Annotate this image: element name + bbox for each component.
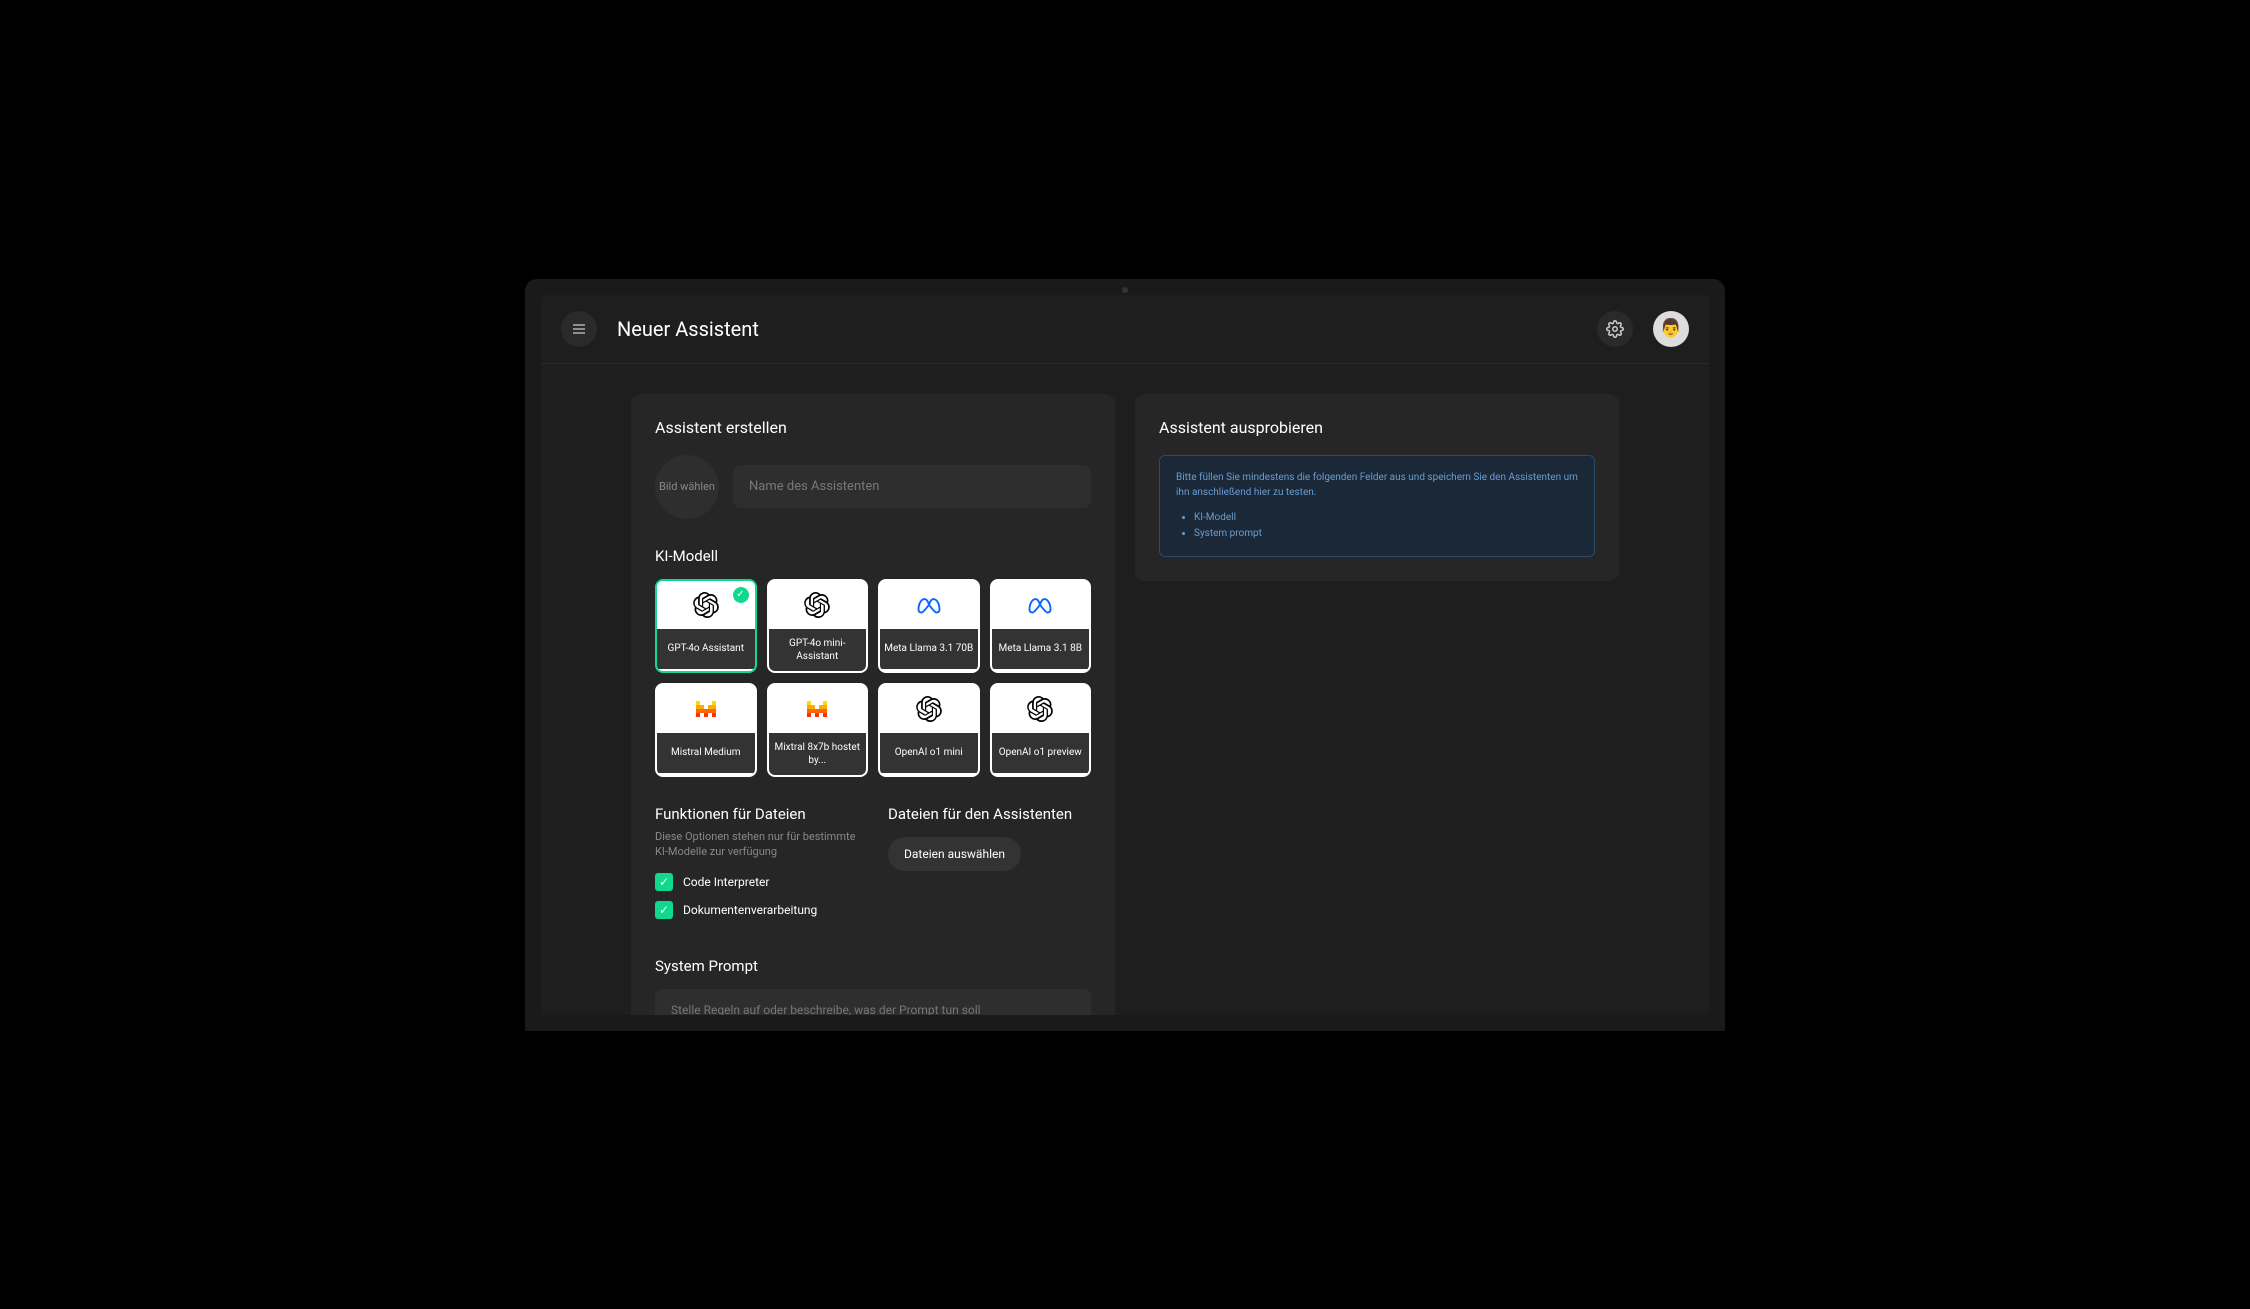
user-avatar[interactable]: 👨 bbox=[1653, 311, 1689, 347]
files-column: Dateien für den Assistenten Dateien ausw… bbox=[888, 805, 1091, 930]
openai-icon bbox=[657, 581, 755, 629]
info-text: Bitte füllen Sie mindestens die folgende… bbox=[1176, 470, 1578, 500]
required-field-item: KI-Modell bbox=[1194, 510, 1578, 526]
meta-icon bbox=[992, 581, 1090, 629]
header: Neuer Assistent 👨 bbox=[541, 295, 1709, 364]
model-card-6[interactable]: OpenAI o1 mini bbox=[878, 683, 980, 777]
model-label: GPT-4o mini-Assistant bbox=[769, 629, 867, 671]
openai-icon bbox=[769, 581, 867, 629]
function-checkbox-1[interactable]: ✓ Dokumentenverarbeitung bbox=[655, 901, 858, 919]
assistant-name-input[interactable] bbox=[733, 465, 1091, 508]
model-card-7[interactable]: OpenAI o1 preview bbox=[990, 683, 1092, 777]
required-field-item: System prompt bbox=[1194, 526, 1578, 542]
model-label: Mixtral 8x7b hostet by... bbox=[769, 733, 867, 775]
choose-files-button[interactable]: Dateien auswählen bbox=[888, 837, 1021, 871]
image-name-row: Bild wählen bbox=[655, 455, 1091, 519]
functions-column: Funktionen für Dateien Diese Optionen st… bbox=[655, 805, 858, 930]
model-label: OpenAI o1 mini bbox=[880, 733, 978, 773]
model-label: Meta Llama 3.1 70B bbox=[880, 629, 978, 669]
page-title: Neuer Assistent bbox=[617, 317, 1577, 341]
openai-icon bbox=[992, 685, 1090, 733]
required-fields-list: KI-ModellSystem prompt bbox=[1176, 510, 1578, 542]
meta-icon bbox=[880, 581, 978, 629]
model-card-3[interactable]: Meta Llama 3.1 8B bbox=[990, 579, 1092, 673]
model-card-2[interactable]: Meta Llama 3.1 70B bbox=[878, 579, 980, 673]
create-title: Assistent erstellen bbox=[655, 418, 1091, 437]
model-grid: GPT-4o Assistant GPT-4o mini-Assistant Met… bbox=[655, 579, 1091, 777]
prompt-title: System Prompt bbox=[655, 957, 1091, 975]
model-card-1[interactable]: GPT-4o mini-Assistant bbox=[767, 579, 869, 673]
checkbox-label: Code Interpreter bbox=[683, 875, 769, 889]
content: Assistent erstellen Bild wählen KI-Model… bbox=[541, 364, 1709, 1015]
model-card-5[interactable]: Mixtral 8x7b hostet by... bbox=[767, 683, 869, 777]
model-label: OpenAI o1 preview bbox=[992, 733, 1090, 773]
functions-title: Funktionen für Dateien bbox=[655, 805, 858, 823]
mistral-icon bbox=[657, 685, 755, 733]
checkbox-icon: ✓ bbox=[655, 873, 673, 891]
tryout-panel: Assistent ausprobieren Bitte füllen Sie … bbox=[1135, 394, 1619, 581]
menu-button[interactable] bbox=[561, 311, 597, 347]
function-checkbox-0[interactable]: ✓ Code Interpreter bbox=[655, 873, 858, 891]
create-panel: Assistent erstellen Bild wählen KI-Model… bbox=[631, 394, 1115, 1015]
hamburger-icon bbox=[571, 321, 587, 337]
choose-image-button[interactable]: Bild wählen bbox=[655, 455, 719, 519]
functions-help: Diese Optionen stehen nur für bestimmte … bbox=[655, 829, 858, 860]
model-label: GPT-4o Assistant bbox=[657, 629, 755, 669]
model-card-4[interactable]: Mistral Medium bbox=[655, 683, 757, 777]
tryout-title: Assistent ausprobieren bbox=[1159, 418, 1595, 437]
model-label: Meta Llama 3.1 8B bbox=[992, 629, 1090, 669]
model-label: Mistral Medium bbox=[657, 733, 755, 773]
model-card-0[interactable]: GPT-4o Assistant bbox=[655, 579, 757, 673]
gear-icon bbox=[1606, 320, 1624, 338]
model-section-title: KI-Modell bbox=[655, 547, 1091, 565]
checkbox-label: Dokumentenverarbeitung bbox=[683, 903, 817, 917]
functions-files-row: Funktionen für Dateien Diese Optionen st… bbox=[655, 805, 1091, 930]
app-screen: Neuer Assistent 👨 Assistent erstellen Bi… bbox=[541, 295, 1709, 1015]
files-title: Dateien für den Assistenten bbox=[888, 805, 1091, 823]
settings-button[interactable] bbox=[1597, 311, 1633, 347]
system-prompt-input[interactable] bbox=[655, 989, 1091, 1014]
checkbox-icon: ✓ bbox=[655, 901, 673, 919]
mistral-icon bbox=[769, 685, 867, 733]
info-box: Bitte füllen Sie mindestens die folgende… bbox=[1159, 455, 1595, 557]
openai-icon bbox=[880, 685, 978, 733]
laptop-frame: Neuer Assistent 👨 Assistent erstellen Bi… bbox=[525, 279, 1725, 1031]
